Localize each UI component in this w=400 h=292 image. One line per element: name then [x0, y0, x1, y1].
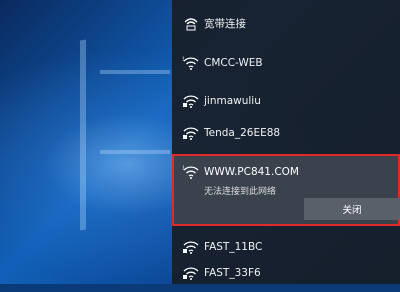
network-item-selected[interactable]: ! WWW.PC841.COM 无法连接到此网络 关闭: [172, 154, 400, 226]
network-item-fast-33f6[interactable]: FAST_33F6: [172, 254, 400, 292]
wifi-open-icon: !: [182, 55, 200, 71]
network-ssid: FAST_33F6: [204, 267, 261, 279]
wallpaper-light-beam: [100, 70, 170, 74]
wifi-secured-icon: [182, 265, 200, 281]
network-item-cmcc-web[interactable]: ! CMCC-WEB: [172, 44, 400, 82]
network-ssid: jinmawuliu: [204, 95, 261, 107]
svg-text:!: !: [182, 56, 184, 63]
broadband-connection-item[interactable]: 宽带连接: [172, 4, 400, 42]
svg-text:!: !: [182, 165, 184, 172]
network-flyout: 宽带连接 ! CMCC-WEB jinmawuliu Tenda_26EE88 …: [172, 0, 400, 284]
wallpaper-light-beam: [80, 39, 86, 231]
wifi-secured-icon: [182, 125, 200, 141]
close-button[interactable]: 关闭: [304, 198, 400, 220]
connection-error-text: 无法连接到此网络: [204, 187, 277, 197]
network-ssid: CMCC-WEB: [204, 57, 263, 69]
broadband-connection-label: 宽带连接: [204, 17, 246, 30]
network-ssid: Tenda_26EE88: [204, 127, 281, 139]
network-ssid: FAST_11BC: [204, 241, 263, 253]
wifi-open-icon: !: [182, 164, 200, 180]
ethernet-dialup-icon: [182, 15, 200, 31]
network-ssid: WWW.PC841.COM: [204, 166, 299, 178]
network-item-tenda[interactable]: Tenda_26EE88: [172, 114, 400, 152]
wifi-secured-icon: [182, 93, 200, 109]
wifi-secured-icon: [182, 239, 200, 255]
wallpaper-light-beam: [100, 150, 170, 154]
